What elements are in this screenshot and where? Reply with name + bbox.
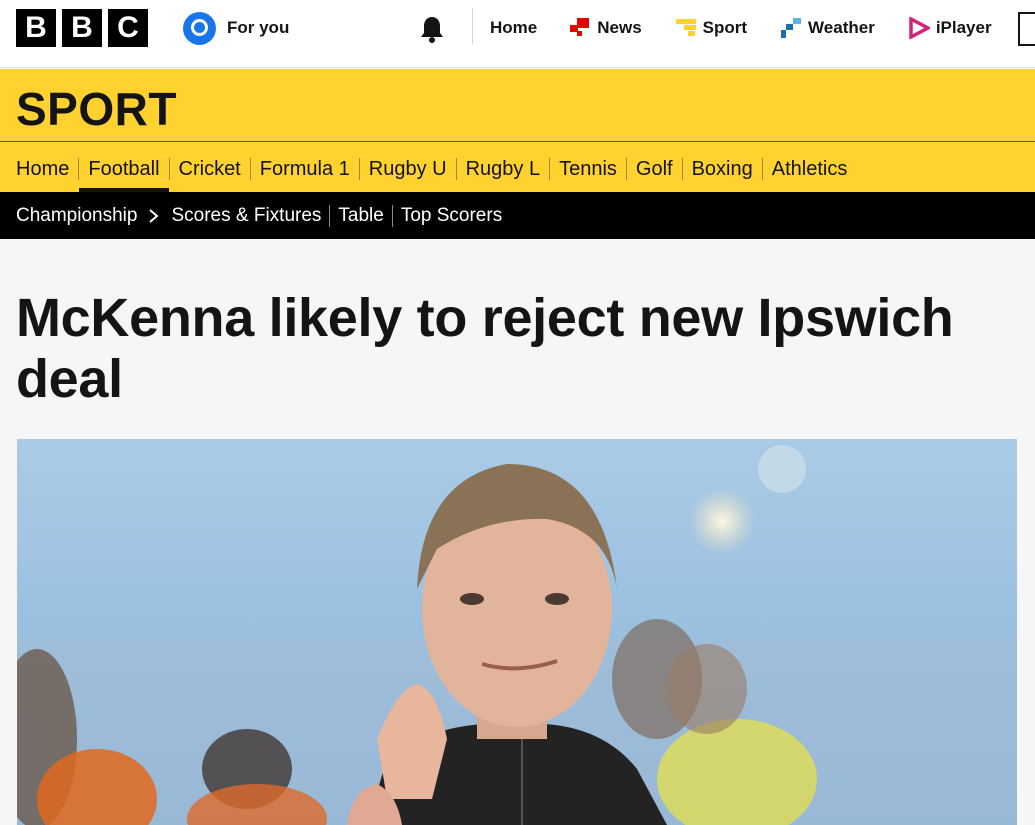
article-headline: McKenna likely to reject new Ipswich dea… bbox=[16, 288, 954, 409]
news-icon bbox=[569, 17, 591, 39]
football-subnav: Championship Scores & Fixtures Table Top… bbox=[0, 192, 1035, 239]
global-nav-home[interactable]: Home bbox=[490, 18, 537, 38]
global-nav-weather-label: Weather bbox=[808, 18, 875, 37]
article-hero-image bbox=[17, 439, 1017, 825]
sport-nav-cricket[interactable]: Cricket bbox=[168, 158, 250, 180]
sport-nav-football[interactable]: Football bbox=[78, 158, 169, 192]
global-nav-weather[interactable]: Weather bbox=[780, 17, 875, 39]
sport-nav-rugby-league[interactable]: Rugby L bbox=[455, 158, 550, 180]
global-nav: Home News Sport Weather iPlayer bbox=[490, 16, 992, 40]
iplayer-icon bbox=[908, 16, 932, 40]
bbc-logo[interactable]: B B C bbox=[16, 9, 148, 47]
chevron-right-icon bbox=[147, 206, 161, 226]
global-nav-news-label: News bbox=[597, 18, 642, 37]
sport-nav-athletics[interactable]: Athletics bbox=[761, 158, 857, 180]
account-icon bbox=[183, 11, 216, 45]
sport-nav-formula-1[interactable]: Formula 1 bbox=[249, 158, 359, 180]
bbc-logo-letter-c: C bbox=[108, 9, 148, 47]
subnav-table[interactable]: Table bbox=[329, 205, 391, 227]
bbc-logo-letter-b2: B bbox=[62, 9, 102, 47]
subnav-top-scorers[interactable]: Top Scorers bbox=[391, 205, 510, 227]
hero-photo bbox=[17, 439, 1017, 825]
weather-icon bbox=[780, 17, 802, 39]
global-nav-news[interactable]: News bbox=[569, 17, 642, 39]
global-nav-iplayer[interactable]: iPlayer bbox=[908, 16, 992, 40]
for-you-button[interactable]: For you bbox=[183, 11, 289, 45]
global-nav-sport[interactable]: Sport bbox=[675, 17, 747, 39]
notifications-bell-icon[interactable] bbox=[418, 14, 446, 44]
sport-nav-home[interactable]: Home bbox=[16, 158, 78, 180]
sport-nav-golf[interactable]: Golf bbox=[625, 158, 682, 180]
bbc-logo-letter-b1: B bbox=[16, 9, 56, 47]
masthead-divider bbox=[472, 8, 473, 44]
global-nav-iplayer-label: iPlayer bbox=[935, 18, 992, 37]
breadcrumb-championship[interactable]: Championship bbox=[16, 205, 137, 227]
sport-nav-boxing[interactable]: Boxing bbox=[681, 158, 762, 180]
sport-nav-rugby-union[interactable]: Rugby U bbox=[358, 158, 456, 180]
sport-section-title[interactable]: SPORT bbox=[16, 82, 177, 136]
global-masthead: B B C For you Home News Sport Weather iP… bbox=[0, 0, 1035, 68]
sport-nav-tennis[interactable]: Tennis bbox=[549, 158, 626, 180]
sport-header-divider bbox=[0, 141, 1035, 142]
subnav-scores-fixtures[interactable]: Scores & Fixtures bbox=[171, 205, 329, 227]
sport-icon bbox=[675, 17, 697, 39]
global-nav-home-label: Home bbox=[490, 18, 538, 37]
global-nav-sport-label: Sport bbox=[702, 18, 748, 37]
more-menu-edge[interactable] bbox=[1018, 12, 1035, 46]
sport-nav: Home Football Cricket Formula 1 Rugby U … bbox=[16, 155, 857, 192]
for-you-label: For you bbox=[227, 18, 290, 37]
